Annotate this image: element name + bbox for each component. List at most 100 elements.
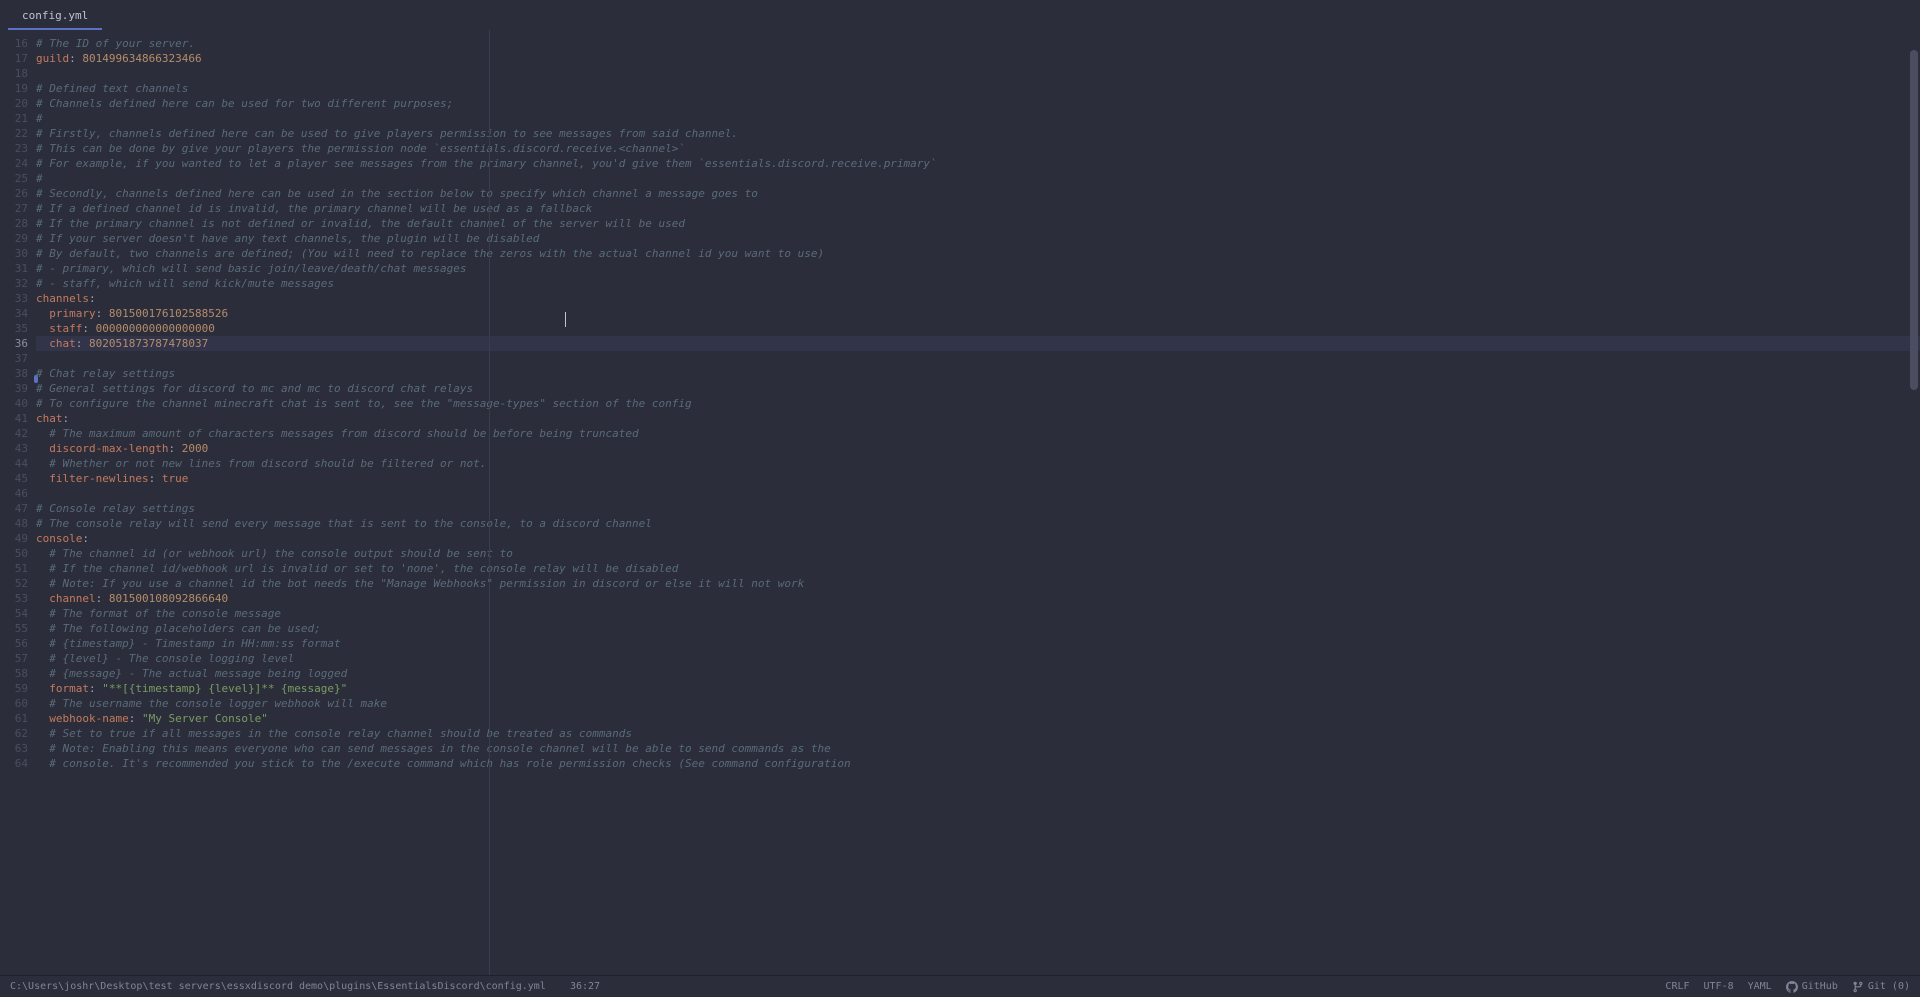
code-line[interactable]: # Firstly, channels defined here can be …	[36, 126, 1920, 141]
line-number: 59	[0, 681, 28, 696]
line-number: 25	[0, 171, 28, 186]
line-number: 49	[0, 531, 28, 546]
status-language[interactable]: YAML	[1748, 981, 1772, 992]
code-line[interactable]: # Console relay settings	[36, 501, 1920, 516]
line-number: 45	[0, 471, 28, 486]
code-line[interactable]: primary: 801500176102588526	[36, 306, 1920, 321]
line-number: 26	[0, 186, 28, 201]
line-number: 28	[0, 216, 28, 231]
code-line[interactable]: # If the channel id/webhook url is inval…	[36, 561, 1920, 576]
vertical-scrollbar[interactable]	[1908, 30, 1918, 975]
line-number: 64	[0, 756, 28, 771]
code-line[interactable]: # Note: If you use a channel id the bot …	[36, 576, 1920, 591]
code-line[interactable]	[36, 486, 1920, 501]
line-number: 34	[0, 306, 28, 321]
code-line[interactable]: filter-newlines: true	[36, 471, 1920, 486]
line-number: 40	[0, 396, 28, 411]
code-line[interactable]: chat:	[36, 411, 1920, 426]
code-line[interactable]: staff: 000000000000000000	[36, 321, 1920, 336]
line-number: 41	[0, 411, 28, 426]
code-line[interactable]: # - staff, which will send kick/mute mes…	[36, 276, 1920, 291]
code-line[interactable]: # The console relay will send every mess…	[36, 516, 1920, 531]
status-github[interactable]: GitHub	[1786, 981, 1838, 993]
code-line[interactable]: #	[36, 171, 1920, 186]
line-number: 31	[0, 261, 28, 276]
code-line[interactable]: # Set to true if all messages in the con…	[36, 726, 1920, 741]
code-line[interactable]: # Secondly, channels defined here can be…	[36, 186, 1920, 201]
line-number: 27	[0, 201, 28, 216]
line-number: 52	[0, 576, 28, 591]
line-number: 21	[0, 111, 28, 126]
line-number: 24	[0, 156, 28, 171]
code-line[interactable]: channels:	[36, 291, 1920, 306]
line-number: 48	[0, 516, 28, 531]
code-line[interactable]: # If your server doesn't have any text c…	[36, 231, 1920, 246]
status-bar: C:\Users\joshr\Desktop\test servers\essx…	[0, 975, 1920, 997]
code-line[interactable]: console:	[36, 531, 1920, 546]
code-line[interactable]: # Defined text channels	[36, 81, 1920, 96]
code-line[interactable]	[36, 351, 1920, 366]
code-line[interactable]: # Chat relay settings	[36, 366, 1920, 381]
line-number: 17	[0, 51, 28, 66]
line-number: 32	[0, 276, 28, 291]
code-line[interactable]: #	[36, 111, 1920, 126]
code-line[interactable]: # The following placeholders can be used…	[36, 621, 1920, 636]
code-line[interactable]: channel: 801500108092866640	[36, 591, 1920, 606]
code-line[interactable]: # By default, two channels are defined; …	[36, 246, 1920, 261]
code-line[interactable]: guild: 801499634866323466	[36, 51, 1920, 66]
code-line[interactable]: # If the primary channel is not defined …	[36, 216, 1920, 231]
line-number: 30	[0, 246, 28, 261]
line-number: 53	[0, 591, 28, 606]
code-line[interactable]: # console. It's recommended you stick to…	[36, 756, 1920, 771]
text-cursor	[565, 312, 566, 327]
status-line-ending[interactable]: CRLF	[1665, 981, 1689, 992]
line-number: 38	[0, 366, 28, 381]
code-content[interactable]: # The ID of your server.guild: 801499634…	[36, 30, 1920, 975]
line-number: 19	[0, 81, 28, 96]
code-line[interactable]: # For example, if you wanted to let a pl…	[36, 156, 1920, 171]
code-line[interactable]: # {level} - The console logging level	[36, 651, 1920, 666]
code-line[interactable]: # The channel id (or webhook url) the co…	[36, 546, 1920, 561]
code-line[interactable]: # To configure the channel minecraft cha…	[36, 396, 1920, 411]
code-line[interactable]: chat: 802051873787478037	[36, 336, 1920, 351]
code-line[interactable]: # {message} - The actual message being l…	[36, 666, 1920, 681]
code-line[interactable]: # If a defined channel id is invalid, th…	[36, 201, 1920, 216]
line-number: 47	[0, 501, 28, 516]
line-number: 18	[0, 66, 28, 81]
status-encoding[interactable]: UTF-8	[1704, 981, 1734, 992]
line-number: 51	[0, 561, 28, 576]
line-number: 57	[0, 651, 28, 666]
line-number: 35	[0, 321, 28, 336]
code-line[interactable]: # Channels defined here can be used for …	[36, 96, 1920, 111]
line-number: 33	[0, 291, 28, 306]
line-number: 37	[0, 351, 28, 366]
github-icon	[1786, 981, 1798, 993]
status-file-path[interactable]: C:\Users\joshr\Desktop\test servers\essx…	[10, 981, 546, 992]
code-line[interactable]: discord-max-length: 2000	[36, 441, 1920, 456]
code-line[interactable]: # The username the console logger webhoo…	[36, 696, 1920, 711]
code-line[interactable]: webhook-name: "My Server Console"	[36, 711, 1920, 726]
code-line[interactable]: # Note: Enabling this means everyone who…	[36, 741, 1920, 756]
tab-config-yml[interactable]: config.yml	[8, 3, 102, 30]
code-line[interactable]: # General settings for discord to mc and…	[36, 381, 1920, 396]
line-number: 44	[0, 456, 28, 471]
code-line[interactable]: # {timestamp} - Timestamp in HH:mm:ss fo…	[36, 636, 1920, 651]
scrollbar-thumb[interactable]	[1910, 50, 1918, 390]
line-number: 36	[0, 336, 28, 351]
code-line[interactable]: # The ID of your server.	[36, 36, 1920, 51]
status-cursor-position[interactable]: 36:27	[570, 981, 600, 992]
line-number: 42	[0, 426, 28, 441]
code-line[interactable]: # - primary, which will send basic join/…	[36, 261, 1920, 276]
code-line[interactable]: # The maximum amount of characters messa…	[36, 426, 1920, 441]
code-line[interactable]: # The format of the console message	[36, 606, 1920, 621]
line-number: 61	[0, 711, 28, 726]
line-number: 43	[0, 441, 28, 456]
code-line[interactable]: format: "**[{timestamp} {level}]** {mess…	[36, 681, 1920, 696]
status-git[interactable]: Git (0)	[1852, 981, 1910, 993]
code-line[interactable]: # Whether or not new lines from discord …	[36, 456, 1920, 471]
code-line[interactable]	[36, 66, 1920, 81]
line-number: 50	[0, 546, 28, 561]
code-line[interactable]: # This can be done by give your players …	[36, 141, 1920, 156]
code-editor[interactable]: 1617181920212223242526272829303132333435…	[0, 30, 1920, 975]
line-number: 23	[0, 141, 28, 156]
